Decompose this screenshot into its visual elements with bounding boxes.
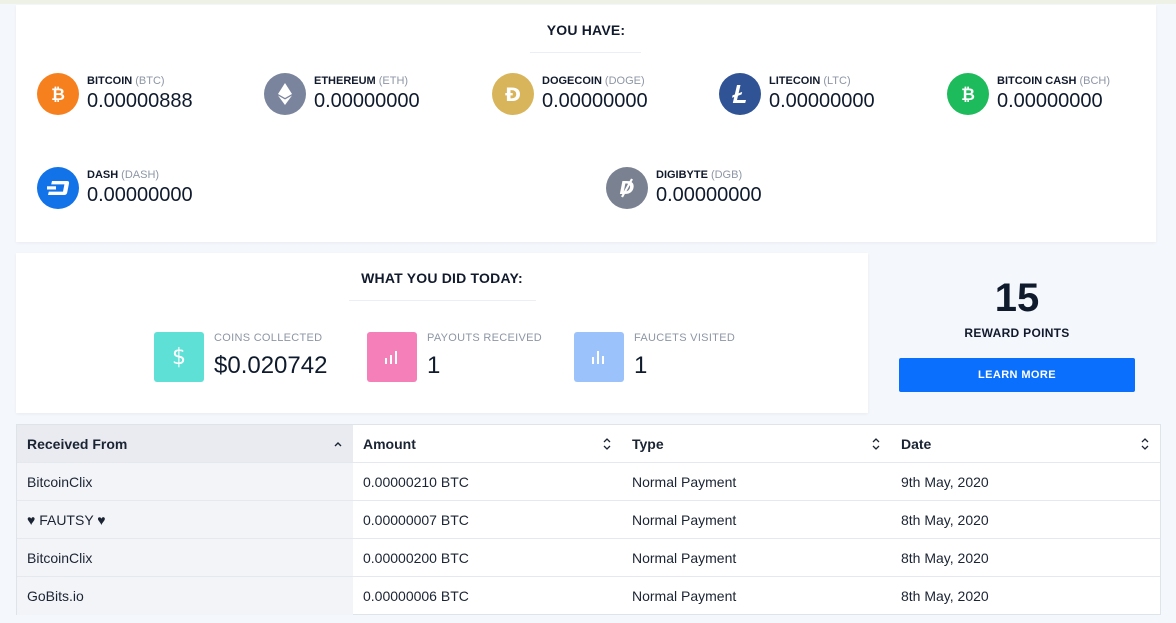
sort-icon: [872, 438, 880, 450]
coin-balance: 0.00000000: [656, 184, 762, 206]
balances-card: YOU HAVE: ₿ BITCOIN (BTC) 0.00000888 ETHE…: [16, 5, 1156, 242]
dollar-icon: $: [154, 332, 204, 382]
stat-faucets-visited: FAUCETS VISITED 1: [574, 332, 764, 384]
litecoin-icon: [719, 73, 761, 115]
payments-table: Received From Amount Type Date BitcoinCl…: [16, 424, 1161, 615]
table-row: BitcoinClix 0.00000200 BTC Normal Paymen…: [17, 539, 1160, 577]
coin-bitcoin: ₿ BITCOIN (BTC) 0.00000888: [37, 73, 257, 119]
svg-text:₿: ₿: [51, 85, 65, 105]
cell-date: 8th May, 2020: [901, 511, 989, 528]
column-header-label: Received From: [27, 435, 128, 452]
reward-points-value: 15: [994, 276, 1040, 320]
coin-dash: DASH (DASH) 0.00000000: [37, 167, 257, 213]
cell-received-from: GoBits.io: [17, 577, 353, 615]
cell-type: Normal Payment: [632, 511, 737, 528]
balances-title: YOU HAVE:: [546, 22, 626, 38]
svg-text:Đ: Đ: [505, 84, 521, 105]
sort-icon: [603, 438, 611, 450]
column-header-received-from[interactable]: Received From: [17, 425, 353, 462]
coin-digibyte: D DIGIBYTE(DGB) 0.00000000: [606, 167, 826, 213]
coin-name: BITCOIN CASH (BCH): [997, 75, 1111, 87]
coin-name: BITCOIN (BTC): [87, 75, 165, 87]
digibyte-icon: D: [606, 167, 648, 209]
sort-icon: [1141, 438, 1149, 450]
stat-label: PAYOUTS RECEIVED: [427, 332, 543, 344]
column-header-type[interactable]: Type: [622, 425, 891, 462]
coin-balance: 0.00000000: [769, 90, 875, 112]
cell-type: Normal Payment: [632, 588, 737, 604]
stat-value: 1: [427, 352, 441, 379]
cell-type: Normal Payment: [632, 549, 737, 566]
cell-amount: 0.00000006 BTC: [363, 588, 469, 604]
cell-received-from: ♥ FAUTSY ♥: [17, 501, 353, 538]
table-row: BitcoinClix 0.00000210 BTC Normal Paymen…: [17, 463, 1160, 501]
coin-name: DASH (DASH): [87, 169, 160, 181]
column-header-label: Amount: [363, 435, 416, 452]
bitcoin-cash-icon: ₿: [947, 73, 989, 115]
learn-more-button[interactable]: LEARN MORE: [899, 358, 1135, 392]
coin-name: ETHEREUM (ETH): [314, 75, 409, 87]
stat-coins-collected: $ COINS COLLECTED $0.020742: [154, 332, 354, 384]
cell-type: Normal Payment: [632, 473, 737, 490]
coin-balance: 0.00000000: [87, 184, 193, 206]
reward-points-label: REWARD POINTS: [964, 326, 1070, 340]
column-header-date[interactable]: Date: [891, 425, 1160, 462]
coin-dogecoin: Đ DOGECOIN (DOGE) 0.00000000: [492, 73, 712, 119]
cell-date: 8th May, 2020: [901, 588, 989, 604]
title-divider: [349, 300, 536, 301]
dogecoin-icon: Đ: [492, 73, 534, 115]
table-row: GoBits.io 0.00000006 BTC Normal Payment …: [17, 577, 1160, 615]
today-card: WHAT YOU DID TODAY: $ COINS COLLECTED $0…: [16, 253, 868, 413]
bar-chart-icon: [574, 332, 624, 382]
coin-name: DIGIBYTE (DGB): [656, 169, 743, 181]
stat-label: COINS COLLECTED: [214, 332, 323, 344]
cell-amount: 0.00000200 BTC: [363, 549, 469, 566]
table-header-row: Received From Amount Type Date: [17, 425, 1160, 463]
coin-balance: 0.00000000: [997, 90, 1103, 112]
coin-balance: 0.00000000: [542, 90, 648, 112]
stat-value: $0.020742: [214, 352, 328, 379]
bar-chart-icon: [367, 332, 417, 382]
stat-payouts-received: PAYOUTS RECEIVED 1: [367, 332, 557, 384]
coin-name: DOGECOIN (DOGE): [542, 75, 645, 87]
cell-received-from: BitcoinClix: [17, 539, 353, 576]
stat-value: 1: [634, 352, 648, 379]
coin-litecoin: LITECOIN (LTC) 0.00000000: [719, 73, 939, 119]
stat-label: FAUCETS VISITED: [634, 332, 736, 344]
coin-balance: 0.00000000: [314, 90, 420, 112]
column-header-label: Type: [632, 435, 664, 452]
column-header-label: Date: [901, 435, 932, 452]
title-divider: [530, 52, 641, 53]
svg-text:$: $: [172, 345, 186, 370]
cell-amount: 0.00000007 BTC: [363, 511, 469, 528]
sort-ascending-icon: [334, 442, 342, 447]
cell-received-from: BitcoinClix: [17, 463, 353, 500]
cell-date: 8th May, 2020: [901, 549, 989, 566]
coin-bitcoin-cash: ₿ BITCOIN CASH (BCH) 0.00000000: [947, 73, 1167, 119]
coin-name: LITECOIN (LTC): [769, 75, 851, 87]
today-title: WHAT YOU DID TODAY:: [361, 270, 523, 286]
coin-ethereum: ETHEREUM (ETH) 0.00000000: [264, 73, 484, 119]
svg-text:₿: ₿: [961, 85, 975, 105]
dash-icon: [37, 167, 79, 209]
ethereum-icon: [264, 73, 306, 115]
cell-date: 9th May, 2020: [901, 473, 989, 490]
column-header-amount[interactable]: Amount: [353, 425, 622, 462]
coin-balance: 0.00000888: [87, 90, 193, 112]
table-row: ♥ FAUTSY ♥ 0.00000007 BTC Normal Payment…: [17, 501, 1160, 539]
bitcoin-icon: ₿: [37, 73, 79, 115]
cell-amount: 0.00000210 BTC: [363, 473, 469, 490]
top-strip: [0, 0, 1176, 4]
